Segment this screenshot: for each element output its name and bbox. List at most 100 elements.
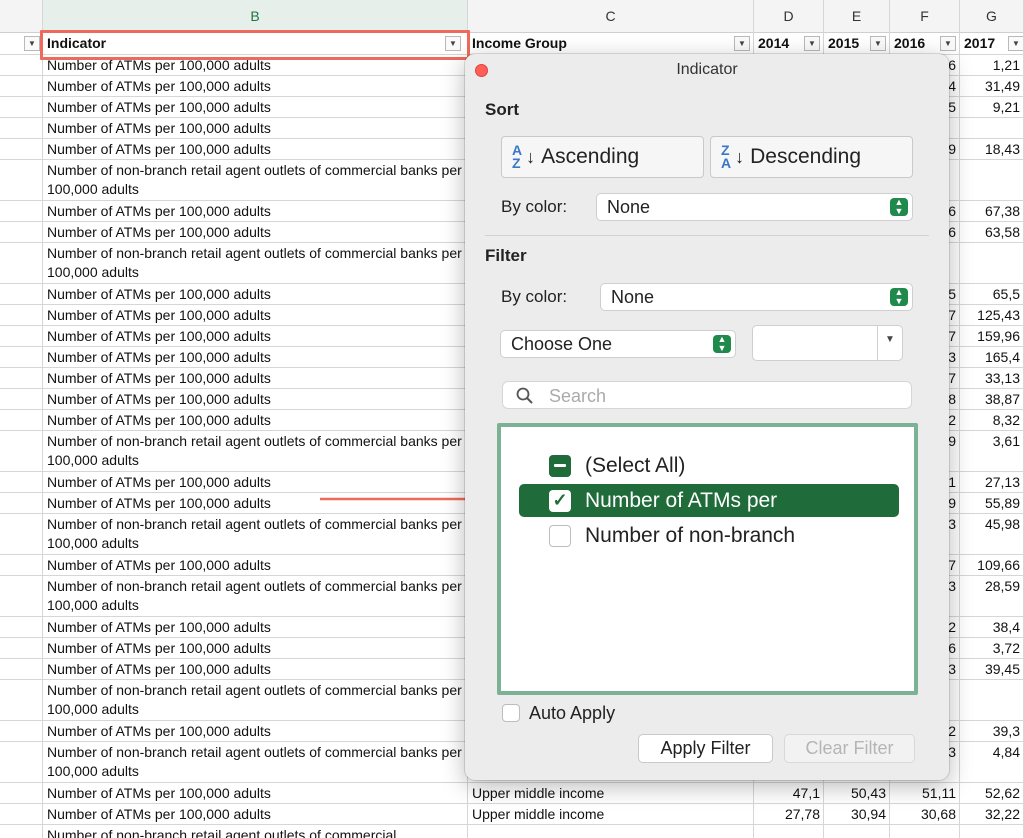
cell-f[interactable]	[890, 825, 960, 838]
cell-g[interactable]	[960, 243, 1024, 284]
cell-a[interactable]	[0, 680, 43, 721]
column-header-b[interactable]: B	[43, 0, 468, 33]
cell-b[interactable]: Number of ATMs per 100,000 adults	[43, 284, 468, 305]
cell-g[interactable]: 1,21	[960, 55, 1024, 76]
cell-e[interactable]: 30,94	[824, 804, 890, 825]
cell-b[interactable]: Number of non-branch retail agent outlet…	[43, 243, 468, 284]
cell-b[interactable]: Number of ATMs per 100,000 adults	[43, 389, 468, 410]
cell-g[interactable]: 3,61	[960, 431, 1024, 472]
cell-d[interactable]: 27,78	[754, 804, 824, 825]
search-input[interactable]	[547, 384, 901, 408]
cell-a[interactable]	[0, 305, 43, 326]
cell-b[interactable]: Number of non-branch retail agent outlet…	[43, 680, 468, 721]
cell-c[interactable]	[468, 825, 754, 838]
cell-b[interactable]: Number of ATMs per 100,000 adults	[43, 368, 468, 389]
cell-g[interactable]: 52,62	[960, 783, 1024, 804]
cell-g[interactable]	[960, 118, 1024, 139]
cell-g[interactable]: 33,13	[960, 368, 1024, 389]
cell-b[interactable]: Number of ATMs per 100,000 adults	[43, 783, 468, 804]
header-cell-2015[interactable]: 2015 ▼	[824, 33, 890, 55]
filter-dropdown-icon[interactable]: ▼	[870, 36, 886, 51]
cell-b[interactable]: Number of ATMs per 100,000 adults	[43, 410, 468, 431]
cell-b[interactable]: Number of ATMs per 100,000 adults	[43, 201, 468, 222]
column-header-f[interactable]: F	[890, 0, 960, 33]
cell-b[interactable]: Number of non-branch retail agent outlet…	[43, 576, 468, 617]
cell-a[interactable]	[0, 825, 43, 838]
cell-a[interactable]	[0, 55, 43, 76]
header-cell-income-group[interactable]: Income Group ▼	[468, 33, 754, 55]
filter-dropdown-icon[interactable]: ▼	[1008, 36, 1023, 51]
cell-g[interactable]: 38,87	[960, 389, 1024, 410]
cell-a[interactable]	[0, 410, 43, 431]
clear-filter-button[interactable]: Clear Filter	[784, 734, 915, 763]
cell-a[interactable]	[0, 493, 43, 514]
condition-combo[interactable]: ▼	[752, 325, 903, 361]
cell-a[interactable]	[0, 368, 43, 389]
cell-g[interactable]: 39,45	[960, 659, 1024, 680]
filter-dropdown-icon[interactable]: ▼	[804, 36, 820, 51]
cell-a[interactable]	[0, 617, 43, 638]
cell-a[interactable]	[0, 139, 43, 160]
column-header-c[interactable]: C	[468, 0, 754, 33]
cell-a[interactable]	[0, 160, 43, 201]
cell-a[interactable]	[0, 514, 43, 555]
cell-b[interactable]: Number of ATMs per 100,000 adults	[43, 638, 468, 659]
cell-b[interactable]: Number of non-branch retail agent outlet…	[43, 514, 468, 555]
sort-by-color-select[interactable]: None ▲ ▼	[596, 193, 913, 221]
cell-g[interactable]: 65,5	[960, 284, 1024, 305]
cell-a[interactable]	[0, 76, 43, 97]
filter-dropdown-icon[interactable]: ▼	[24, 36, 40, 51]
cell-a[interactable]	[0, 472, 43, 493]
condition-select[interactable]: Choose One ▲ ▼	[500, 330, 736, 358]
cell-g[interactable]	[960, 680, 1024, 721]
cell-g[interactable]: 55,89	[960, 493, 1024, 514]
cell-a[interactable]	[0, 118, 43, 139]
cell-b[interactable]: Number of ATMs per 100,000 adults	[43, 139, 468, 160]
cell-a[interactable]	[0, 284, 43, 305]
cell-b[interactable]: Number of ATMs per 100,000 adults	[43, 305, 468, 326]
cell-a[interactable]	[0, 326, 43, 347]
cell-a[interactable]	[0, 347, 43, 368]
cell-g[interactable]: 4,84	[960, 742, 1024, 783]
cell-g[interactable]	[960, 160, 1024, 201]
cell-b[interactable]: Number of non-branch retail agent outlet…	[43, 431, 468, 472]
cell-g[interactable]: 38,4	[960, 617, 1024, 638]
cell-g[interactable]: 8,32	[960, 410, 1024, 431]
cell-b[interactable]: Number of ATMs per 100,000 adults	[43, 76, 468, 97]
cell-f[interactable]: 30,68	[890, 804, 960, 825]
sort-descending-button[interactable]: ZA ↓ Descending	[710, 136, 913, 178]
cell-a[interactable]	[0, 638, 43, 659]
cell-g[interactable]: 109,66	[960, 555, 1024, 576]
cell-b[interactable]: Number of ATMs per 100,000 adults	[43, 222, 468, 243]
cell-b[interactable]: Number of ATMs per 100,000 adults	[43, 97, 468, 118]
sort-ascending-button[interactable]: AZ ↓ Ascending	[501, 136, 704, 178]
cell-a[interactable]	[0, 389, 43, 410]
cell-g[interactable]: 165,4	[960, 347, 1024, 368]
cell-d[interactable]: 47,1	[754, 783, 824, 804]
filter-list-item[interactable]: ✓ Number of ATMs per	[519, 484, 899, 517]
header-cell-2014[interactable]: 2014 ▼	[754, 33, 824, 55]
cell-g[interactable]: 27,13	[960, 472, 1024, 493]
cell-a[interactable]	[0, 201, 43, 222]
header-cell-2016[interactable]: 2016 ▼	[890, 33, 960, 55]
column-header-e[interactable]: E	[824, 0, 890, 33]
cell-e[interactable]: 50,43	[824, 783, 890, 804]
cell-a[interactable]	[0, 243, 43, 284]
cell-g[interactable]: 31,49	[960, 76, 1024, 97]
column-header-left[interactable]	[0, 0, 43, 33]
cell-a[interactable]	[0, 97, 43, 118]
cell-g[interactable]: 18,43	[960, 139, 1024, 160]
cell-f[interactable]: 51,11	[890, 783, 960, 804]
cell-a[interactable]	[0, 555, 43, 576]
cell-b[interactable]: Number of ATMs per 100,000 adults	[43, 659, 468, 680]
header-cell-2017[interactable]: 2017 ▼	[960, 33, 1024, 55]
cell-a[interactable]	[0, 783, 43, 804]
apply-filter-button[interactable]: Apply Filter	[638, 734, 773, 763]
cell-g[interactable]: 39,3	[960, 721, 1024, 742]
cell-a[interactable]	[0, 431, 43, 472]
column-header-g[interactable]: G	[960, 0, 1024, 33]
cell-c[interactable]: Upper middle income	[468, 804, 754, 825]
cell-g[interactable]: 67,38	[960, 201, 1024, 222]
header-cell-a[interactable]: ▼	[0, 33, 43, 55]
filter-dropdown-icon[interactable]: ▼	[734, 36, 750, 51]
